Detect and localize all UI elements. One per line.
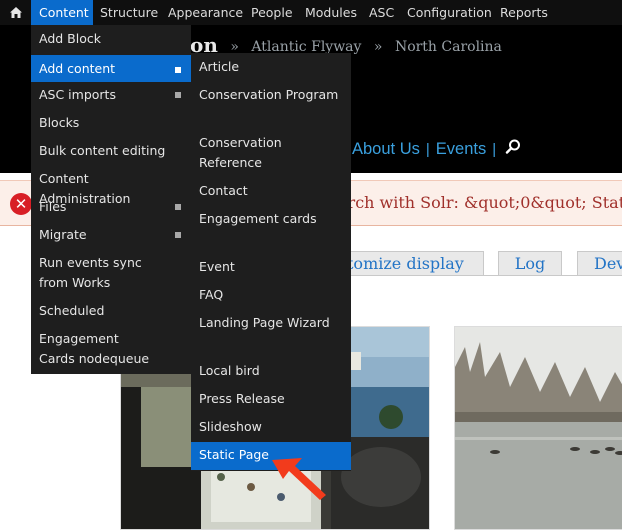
menu-item-label: Migrate	[39, 227, 87, 242]
submenu-item-label: Local bird	[199, 363, 260, 378]
search-icon[interactable]	[504, 138, 522, 156]
submenu-item-engagement-cards[interactable]: Engagement cards	[191, 209, 351, 229]
menu-item-label: Bulk content editing	[39, 143, 166, 158]
submenu-item-conservation-program[interactable]: Conservation Program	[191, 85, 351, 105]
submenu-item-press-release[interactable]: Press Release	[191, 389, 351, 409]
submenu-indicator-icon	[175, 67, 181, 73]
submenu-item-conservation-reference[interactable]: Conservation Reference	[191, 133, 351, 173]
submenu-item-label: Press Release	[199, 391, 285, 406]
tabs-divider	[340, 275, 622, 276]
submenu-item-label: Article	[199, 59, 240, 74]
submenu-item-event[interactable]: Event	[191, 257, 351, 277]
submenu-indicator-icon	[175, 204, 181, 210]
menu-item-label: Scheduled	[39, 303, 105, 318]
nav-about-us[interactable]: About Us	[352, 140, 420, 158]
nav-events[interactable]: Events	[436, 140, 486, 158]
submenu-item-label: Contact	[199, 183, 248, 198]
home-icon[interactable]	[0, 0, 31, 25]
menu-item-label: Files	[39, 199, 67, 214]
main-nav: About Us | Events |	[352, 138, 522, 160]
menu-item-asc-imports[interactable]: ASC imports	[31, 85, 191, 105]
menu-item-label: Add Block	[39, 31, 101, 46]
content-dropdown-menu: Add Block Add content ASC imports Blocks…	[31, 25, 191, 374]
toolbar-item-content[interactable]: Content	[31, 0, 93, 25]
breadcrumb-separator: »	[373, 39, 383, 55]
content-card-lake[interactable]	[454, 326, 622, 530]
nav-divider: |	[425, 141, 430, 158]
toolbar-item-configuration[interactable]: Configuration	[407, 0, 492, 25]
card-lake-image	[455, 327, 622, 529]
error-x-icon: ✕	[10, 193, 32, 215]
submenu-item-label: Static Page	[199, 447, 269, 462]
submenu-indicator-icon	[175, 232, 181, 238]
submenu-indicator-icon	[175, 92, 181, 98]
submenu-item-faq[interactable]: FAQ	[191, 285, 351, 305]
tab-log[interactable]: Log	[498, 251, 562, 275]
submenu-item-label: Engagement cards	[199, 211, 317, 226]
pointer-arrow-icon	[272, 458, 326, 500]
submenu-item-label: Event	[199, 259, 235, 274]
submenu-item-label: Conservation Program	[199, 87, 339, 102]
toolbar-item-appearance[interactable]: Appearance	[168, 0, 243, 25]
submenu-item-label: Conservation Reference	[199, 135, 282, 170]
submenu-item-local-bird[interactable]: Local bird	[191, 361, 351, 381]
toolbar-item-asc[interactable]: ASC	[369, 0, 394, 25]
submenu-item-article[interactable]: Article	[191, 57, 351, 77]
menu-item-label: Run events sync from Works	[39, 255, 142, 290]
menu-item-label: Add content	[39, 61, 116, 76]
tab-dev[interactable]: Dev	[577, 251, 622, 275]
menu-item-blocks[interactable]: Blocks	[31, 113, 191, 133]
menu-item-files[interactable]: Files	[31, 197, 191, 217]
breadcrumb-north-carolina[interactable]: North Carolina	[395, 39, 502, 55]
submenu-item-label: Slideshow	[199, 419, 262, 434]
menu-item-add-content[interactable]: Add content	[31, 55, 191, 82]
tab-customize-display[interactable]: tomize display	[340, 251, 484, 275]
menu-item-bulk-content-editing[interactable]: Bulk content editing	[31, 141, 191, 161]
breadcrumb: on » Atlantic Flyway » North Carolina	[190, 32, 502, 57]
submenu-item-contact[interactable]: Contact	[191, 181, 351, 201]
toolbar-item-people[interactable]: People	[251, 0, 293, 25]
toolbar-item-modules[interactable]: Modules	[305, 0, 357, 25]
menu-item-label: ASC imports	[39, 87, 116, 102]
menu-item-migrate[interactable]: Migrate	[31, 225, 191, 245]
menu-item-add-block[interactable]: Add Block	[31, 29, 191, 49]
menu-item-engagement-cards-nodequeue[interactable]: Engagement Cards nodequeue	[31, 329, 166, 369]
nav-divider: |	[492, 141, 497, 158]
admin-toolbar: Content Structure Appearance People Modu…	[0, 0, 622, 25]
menu-item-label: Blocks	[39, 115, 80, 130]
submenu-item-label: Landing Page Wizard	[199, 315, 330, 330]
submenu-item-slideshow[interactable]: Slideshow	[191, 417, 351, 437]
add-content-submenu: Article Conservation Program Conservatio…	[191, 53, 351, 471]
submenu-item-label: FAQ	[199, 287, 224, 302]
submenu-item-landing-page-wizard[interactable]: Landing Page Wizard	[191, 313, 351, 333]
toolbar-item-reports[interactable]: Reports	[500, 0, 548, 25]
menu-item-label: Engagement Cards nodequeue	[39, 331, 150, 366]
menu-item-scheduled[interactable]: Scheduled	[31, 301, 191, 321]
menu-item-run-events-sync[interactable]: Run events sync from Works	[31, 253, 179, 293]
toolbar-item-structure[interactable]: Structure	[100, 0, 158, 25]
error-text: arch with Solr: &quot;0&quot; Stat	[338, 193, 622, 212]
